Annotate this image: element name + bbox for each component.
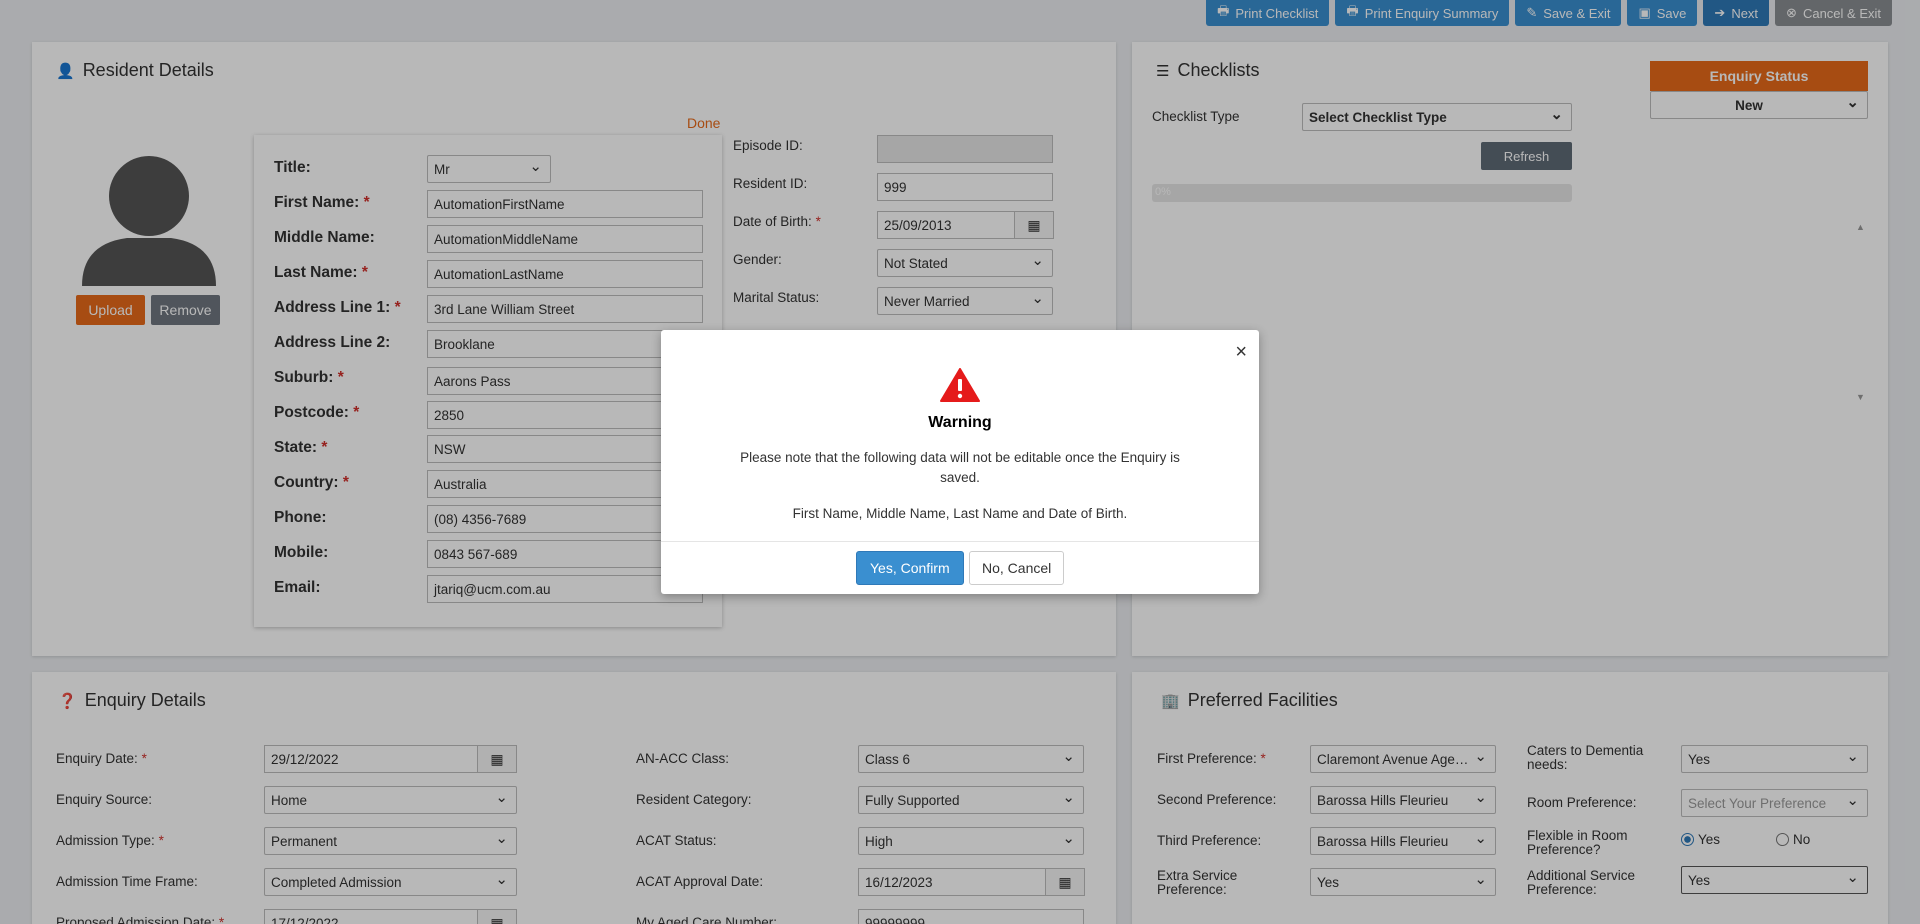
warning-dialog: × Warning Please note that the following… [661, 330, 1259, 594]
cancel-button[interactable]: No, Cancel [969, 551, 1065, 585]
warning-icon [940, 368, 980, 402]
confirm-button[interactable]: Yes, Confirm [856, 551, 964, 585]
dialog-title: Warning [928, 414, 992, 431]
dialog-footer: Yes, Confirm No, Cancel [661, 541, 1259, 594]
dialog-message: Please note that the following data will… [740, 450, 1180, 485]
dialog-fields-list: First Name, Middle Name, Last Name and D… [792, 506, 1128, 521]
close-icon[interactable]: × [1235, 341, 1247, 364]
